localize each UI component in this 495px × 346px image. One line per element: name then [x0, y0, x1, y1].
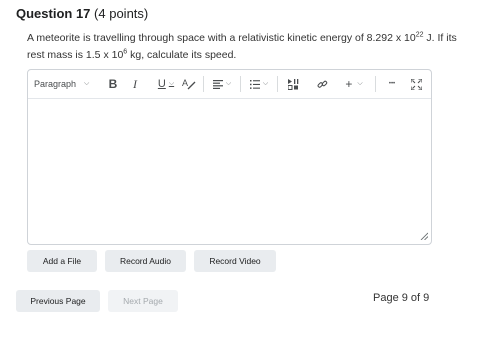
- page-indicator: Page 9 of 9: [373, 292, 430, 304]
- question-number: Question 17: [16, 6, 91, 21]
- insert-link-button[interactable]: [311, 73, 333, 95]
- chevron-down-icon: ⌵: [168, 80, 175, 87]
- underline-label: U: [157, 78, 166, 90]
- question-text-part: kg, calculate its speed.: [127, 49, 237, 61]
- toolbar-divider: [277, 76, 278, 92]
- next-page-button[interactable]: Next Page: [108, 290, 178, 312]
- chevron-down-icon: ⌵: [225, 80, 232, 87]
- insert-media-icon: [288, 78, 299, 90]
- font-color-button[interactable]: A: [180, 73, 198, 95]
- editor-text-area[interactable]: [28, 99, 431, 243]
- editor-toolbar: Paragraph ⌵ B I U ⌵ A ⌵ ⌵ + ⌵ •••: [28, 70, 431, 99]
- rich-text-editor: Paragraph ⌵ B I U ⌵ A ⌵ ⌵ + ⌵ •••: [27, 69, 432, 245]
- bulleted-list-icon: [249, 79, 260, 89]
- plus-icon: +: [345, 77, 353, 91]
- previous-page-button[interactable]: Previous Page: [16, 290, 100, 312]
- underline-dropdown[interactable]: U ⌵: [154, 73, 178, 95]
- list-dropdown[interactable]: ⌵: [246, 73, 272, 95]
- link-icon: [317, 80, 327, 88]
- fullscreen-button[interactable]: [405, 73, 427, 95]
- fullscreen-icon: [410, 78, 422, 90]
- question-text: A meteorite is travelling through space …: [27, 30, 467, 64]
- question-title: Question 17 (4 points): [16, 6, 148, 21]
- chevron-down-icon: ⌵: [357, 80, 363, 87]
- resize-handle-icon[interactable]: [420, 232, 428, 240]
- more-actions-icon: •••: [388, 81, 396, 87]
- insert-media-button[interactable]: [283, 73, 305, 95]
- toolbar-divider: [375, 76, 376, 92]
- chevron-down-icon: ⌵: [262, 80, 269, 87]
- record-video-button[interactable]: Record Video: [194, 250, 276, 272]
- toolbar-divider: [240, 76, 241, 92]
- more-actions-button[interactable]: •••: [381, 73, 403, 95]
- font-color-icon: A: [182, 78, 196, 90]
- bold-button[interactable]: B: [104, 73, 122, 95]
- record-audio-button[interactable]: Record Audio: [105, 250, 186, 272]
- add-file-button[interactable]: Add a File: [27, 250, 97, 272]
- insert-dropdown[interactable]: + ⌵: [339, 73, 369, 95]
- align-left-icon: [212, 79, 223, 89]
- chevron-down-icon: ⌵: [84, 80, 90, 87]
- question-points: (4 points): [94, 6, 149, 21]
- paragraph-format-label: Paragraph: [34, 79, 77, 89]
- question-text-part: A meteorite is travelling through space …: [27, 32, 416, 44]
- paragraph-format-dropdown[interactable]: Paragraph ⌵: [34, 73, 94, 95]
- align-dropdown[interactable]: ⌵: [209, 73, 235, 95]
- svg-text:A: A: [182, 78, 188, 88]
- toolbar-divider: [203, 76, 204, 92]
- exponent: 22: [415, 31, 424, 39]
- italic-button[interactable]: I: [126, 73, 144, 95]
